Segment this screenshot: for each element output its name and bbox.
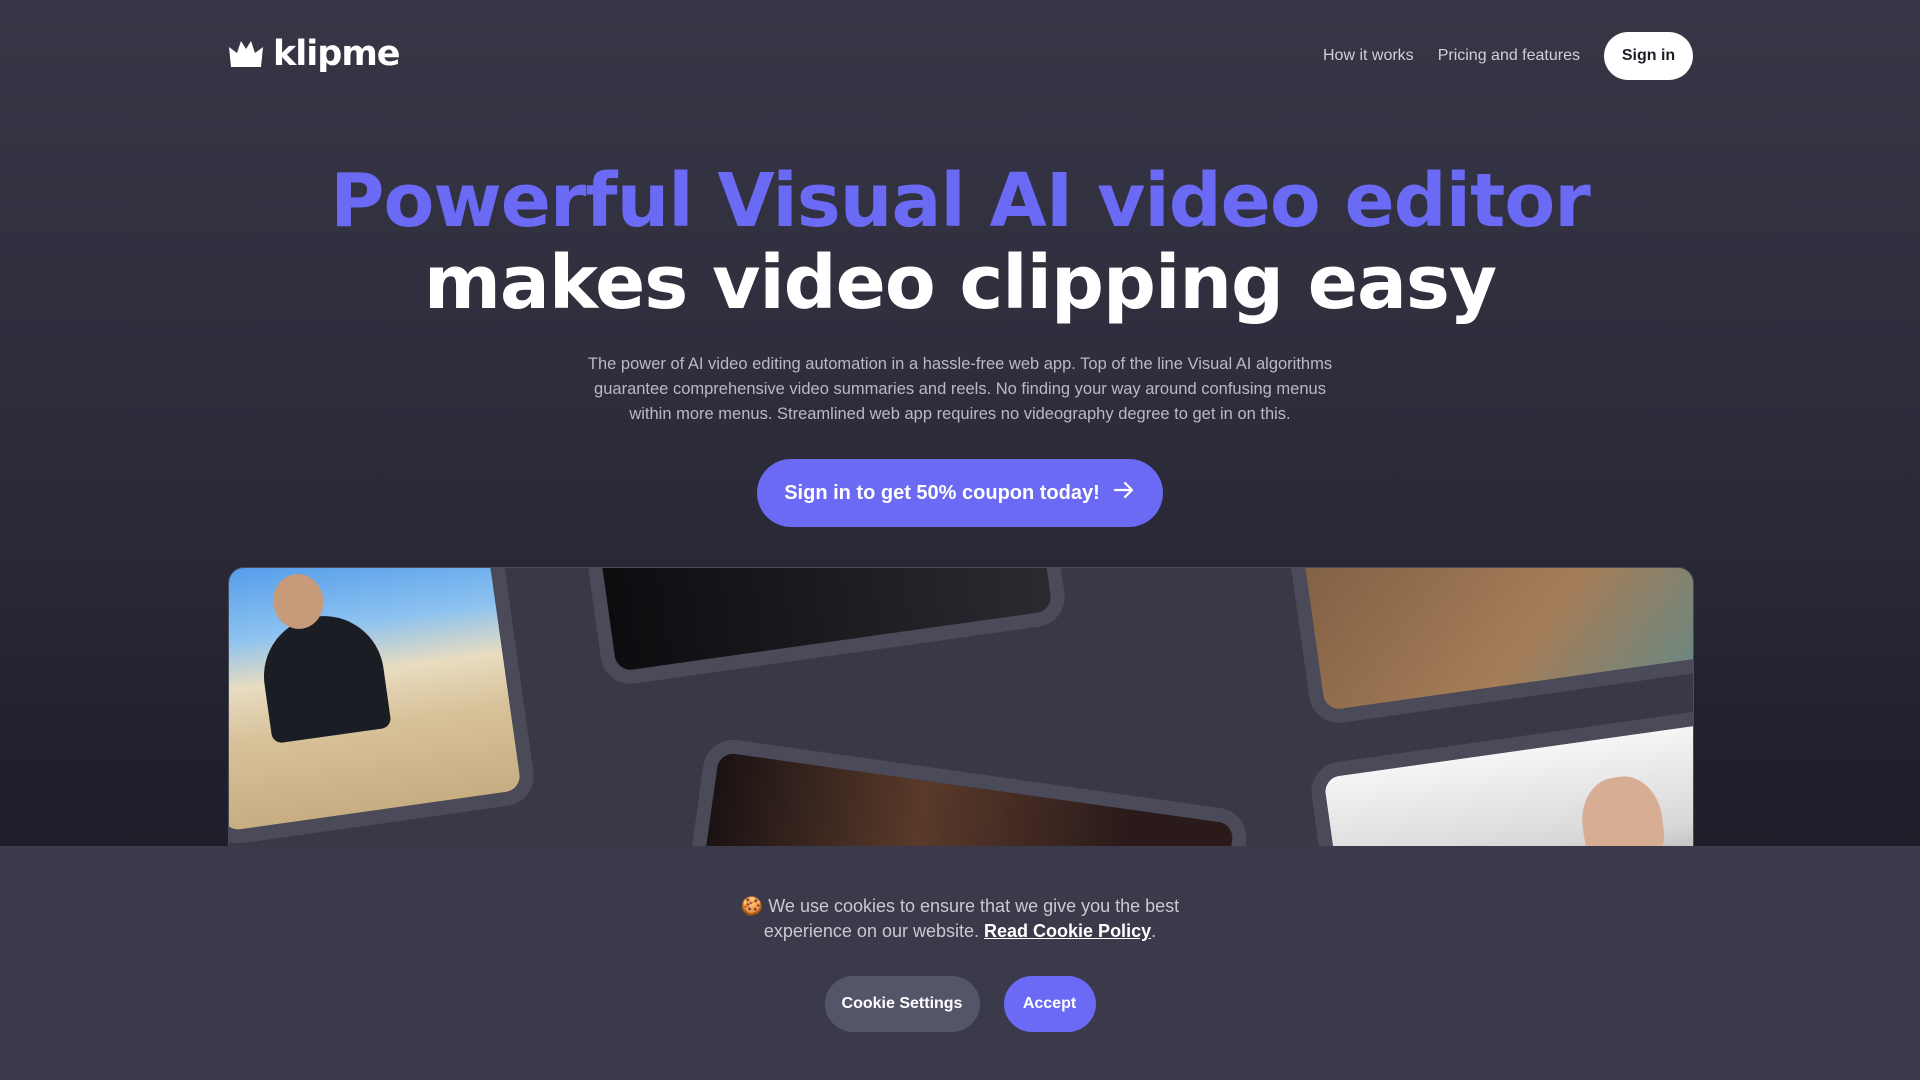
cta-label: Sign in to get 50% coupon today!	[784, 481, 1100, 504]
logo-text: klipme	[273, 34, 401, 74]
cta-sign-in-coupon-button[interactable]: Sign in to get 50% coupon today!	[757, 459, 1163, 527]
nav-pricing-and-features[interactable]: Pricing and features	[1438, 47, 1580, 65]
video-clip-thumbnail	[577, 568, 1069, 688]
video-clip-thumbnail	[229, 568, 538, 848]
site-header: klipme How it works Pricing and features…	[227, 30, 1693, 82]
hero-title-line1: Powerful Visual AI video editor	[330, 158, 1590, 244]
nav-how-it-works[interactable]: How it works	[1323, 47, 1414, 65]
video-clip-thumbnail	[1307, 702, 1693, 868]
cookie-policy-link[interactable]: Read Cookie Policy	[984, 921, 1151, 941]
hero-description-line: within more menus. Streamlined web app r…	[629, 405, 1291, 423]
video-showcase	[228, 567, 1694, 868]
sign-in-button[interactable]: Sign in	[1604, 32, 1693, 80]
cookie-message: 🍪 We use cookies to ensure that we give …	[0, 894, 1920, 944]
hero-description-line: guarantee comprehensive video summaries …	[594, 380, 1326, 398]
cookie-consent-banner: 🍪 We use cookies to ensure that we give …	[0, 846, 1920, 1080]
person-figure	[256, 608, 392, 744]
cookie-accept-button[interactable]: Accept	[1003, 976, 1096, 1032]
video-clip-thumbnail	[1278, 568, 1693, 727]
cookie-icon: 🍪	[740, 896, 764, 916]
cookie-text-line2: experience on our website.	[763, 921, 980, 941]
hero-description: The power of AI video editing automation…	[560, 352, 1360, 427]
cookie-text-line1: We use cookies to ensure that we give yo…	[768, 896, 1180, 916]
cookie-settings-button[interactable]: Cookie Settings	[824, 976, 980, 1032]
cookie-text-trailing: .	[1151, 921, 1157, 941]
arrow-right-icon	[1112, 478, 1136, 508]
hero-description-line: The power of AI video editing automation…	[587, 355, 1333, 373]
logo[interactable]: klipme	[227, 34, 401, 74]
cookie-actions: Cookie Settings Accept	[0, 976, 1920, 1032]
main-nav: How it works Pricing and features Sign i…	[1323, 32, 1693, 80]
crown-icon	[227, 39, 265, 69]
hero-title-line2: makes video clipping easy	[423, 240, 1497, 326]
hero-title: Powerful Visual AI video editor makes vi…	[0, 160, 1920, 324]
